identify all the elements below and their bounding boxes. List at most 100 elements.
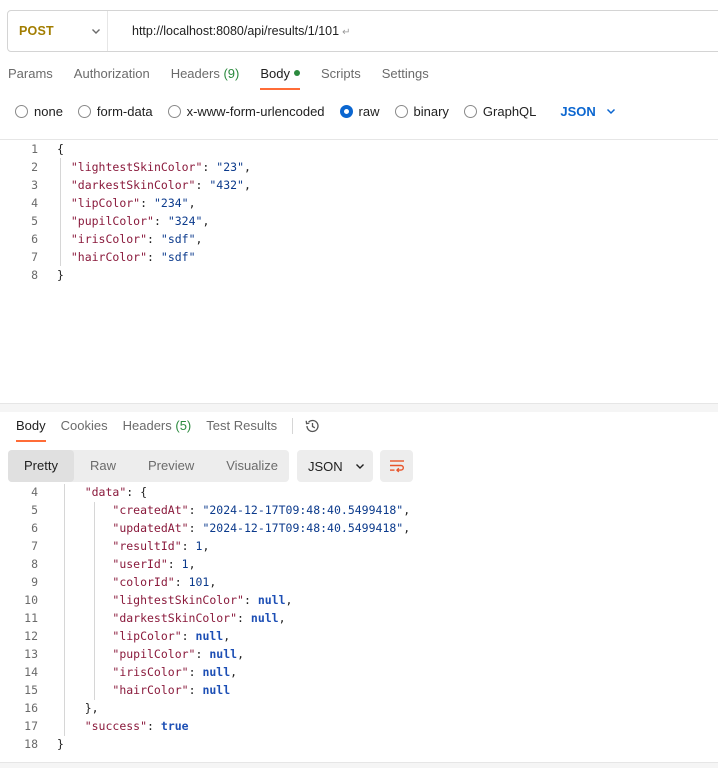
radio-button[interactable] <box>77 104 91 118</box>
line-number: 10 <box>24 593 38 607</box>
line-number: 8 <box>31 557 38 571</box>
line-content: "irisColor": null, <box>112 665 238 679</box>
indent-guide <box>60 158 61 266</box>
line-number: 14 <box>24 665 38 679</box>
body-indicator-dot <box>293 70 300 76</box>
response-tab-test-results[interactable]: Test Results <box>206 418 277 442</box>
tab-label: Settings <box>381 66 429 81</box>
code-line: 2 "lightestSkinColor": "23", <box>0 158 718 176</box>
tab-label: Headers <box>170 66 220 81</box>
body-type-graphql[interactable]: GraphQL <box>463 103 537 119</box>
line-number: 7 <box>31 539 38 553</box>
radio-button-selected[interactable] <box>339 104 353 118</box>
url-input[interactable]: http://localhost:8080/api/results/1/101 ↵ <box>108 24 350 38</box>
code-line: 15 "hairColor": null <box>0 681 718 699</box>
radio-button[interactable] <box>463 104 477 118</box>
line-content: "updatedAt": "2024-12-17T09:48:40.549941… <box>112 521 411 535</box>
code-line: 18} <box>0 735 718 753</box>
pane-divider[interactable] <box>0 404 718 412</box>
response-format-select[interactable]: JSON <box>297 450 373 482</box>
body-type-urlencoded[interactable]: x-www-form-urlencoded <box>167 103 325 119</box>
code-line: 8} <box>0 266 718 284</box>
line-content: } <box>57 268 64 282</box>
radio-label: form-data <box>96 103 153 119</box>
tab-authorization[interactable]: Authorization <box>74 66 150 90</box>
line-number: 4 <box>31 485 38 499</box>
request-body-editor[interactable]: 1{2 "lightestSkinColor": "23", 3 "darkest… <box>0 139 718 404</box>
body-type-options: none form-data x-www-form-urlencoded raw… <box>15 102 616 120</box>
response-tab-headers[interactable]: Headers (5) <box>123 418 192 442</box>
radio-button[interactable] <box>394 104 408 118</box>
url-value: http://localhost:8080/api/results/1/101 <box>132 24 340 38</box>
tab-body[interactable]: Body <box>260 66 300 90</box>
headers-count-badge: (5) <box>175 418 192 433</box>
body-type-binary[interactable]: binary <box>394 103 449 119</box>
indent-guide <box>94 502 95 700</box>
line-content: "data": { <box>84 485 148 499</box>
view-mode-visualize[interactable]: Visualize <box>210 450 294 482</box>
tab-scripts[interactable]: Scripts <box>321 66 361 90</box>
method-select[interactable]: POST <box>8 11 108 51</box>
tab-label: Body <box>16 418 46 433</box>
line-number: 18 <box>24 737 38 751</box>
line-number: 15 <box>24 683 38 697</box>
line-content: "lipColor": null, <box>112 629 231 643</box>
view-mode-raw[interactable]: Raw <box>74 450 132 482</box>
line-content: "lightestSkinColor": null, <box>112 593 293 607</box>
history-icon[interactable] <box>304 418 320 434</box>
headers-count-badge: (9) <box>223 66 240 81</box>
tab-label: Headers <box>122 418 172 433</box>
tab-label: Scripts <box>320 66 361 81</box>
radio-label: x-www-form-urlencoded <box>186 103 325 119</box>
response-body-viewer[interactable]: 4 "data": { 5 "createdAt": "2024-12-17T09… <box>0 484 718 768</box>
line-content: "pupilColor": "324", <box>70 214 210 228</box>
radio-button[interactable] <box>15 104 28 118</box>
code-line: 17 "success": true <box>0 717 718 735</box>
radio-label: binary <box>413 103 449 119</box>
response-tab-body[interactable]: Body <box>16 418 46 442</box>
line-number: 13 <box>24 647 38 661</box>
code-line: 5 "createdAt": "2024-12-17T09:48:40.5499… <box>0 501 718 519</box>
tab-params[interactable]: Params <box>8 66 53 90</box>
line-content: } <box>57 737 64 751</box>
tab-settings[interactable]: Settings <box>382 66 429 90</box>
response-view-modes: Pretty Raw Preview Visualize <box>8 450 289 482</box>
line-number: 17 <box>24 719 38 733</box>
format-label: JSON <box>308 458 343 474</box>
line-number: 12 <box>24 629 38 643</box>
line-content: "createdAt": "2024-12-17T09:48:40.549941… <box>112 503 411 517</box>
line-content: "lightestSkinColor": "23", <box>70 160 251 174</box>
wrap-lines-button[interactable] <box>380 450 413 482</box>
view-mode-pretty[interactable]: Pretty <box>8 450 74 482</box>
line-number: 3 <box>31 178 38 192</box>
language-label: JSON <box>560 103 596 119</box>
line-number: 5 <box>31 503 38 517</box>
body-type-raw[interactable]: raw <box>339 104 380 119</box>
chevron-down-icon <box>92 29 100 34</box>
request-url-bar: POST http://localhost:8080/api/results/1… <box>7 10 718 52</box>
radio-button[interactable] <box>167 104 181 118</box>
view-mode-preview[interactable]: Preview <box>132 450 210 482</box>
line-number: 11 <box>24 611 38 625</box>
body-language-select[interactable]: JSON <box>560 104 615 119</box>
line-number: 2 <box>31 160 38 174</box>
response-tabs: Body Cookies Headers (5) Test Results <box>16 418 320 442</box>
code-line: 4 "lipColor": "234", <box>0 194 718 212</box>
response-tab-cookies[interactable]: Cookies <box>61 418 108 442</box>
code-line: 14 "irisColor": null, <box>0 663 718 681</box>
radio-label: GraphQL <box>482 103 537 119</box>
line-content: "irisColor": "sdf", <box>70 232 203 246</box>
code-line: 16 }, <box>0 699 718 717</box>
indent-guide <box>64 484 65 736</box>
body-type-none[interactable]: none <box>15 104 63 119</box>
code-line: 5 "pupilColor": "324", <box>0 212 718 230</box>
body-type-form-data[interactable]: form-data <box>77 103 153 119</box>
line-number: 4 <box>31 196 38 210</box>
tab-headers[interactable]: Headers (9) <box>171 66 240 90</box>
line-number: 9 <box>31 575 38 589</box>
code-line: 8 "userId": 1, <box>0 555 718 573</box>
tab-label: Authorization <box>73 66 150 81</box>
line-number: 8 <box>31 268 38 282</box>
tab-label: Params <box>8 66 53 81</box>
code-line: 3 "darkestSkinColor": "432", <box>0 176 718 194</box>
